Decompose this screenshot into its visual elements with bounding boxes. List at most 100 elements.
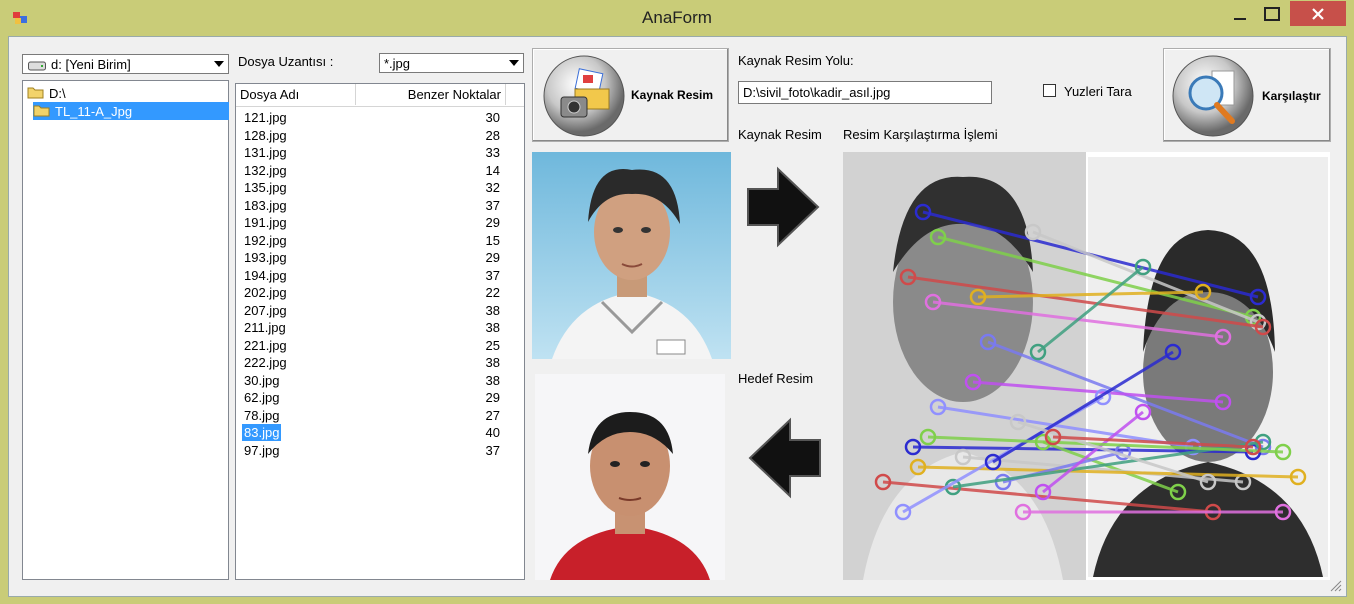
column-header-file-name[interactable]: Dosya Adı	[236, 84, 356, 105]
folder-open-icon	[27, 85, 45, 102]
chevron-down-icon[interactable]	[505, 54, 523, 72]
similar-points-cell: 29	[485, 250, 500, 265]
maximize-icon	[1264, 7, 1280, 21]
comparison-image	[843, 152, 1330, 580]
drive-combo-value: d: [Yeni Birim]	[51, 57, 131, 72]
table-row[interactable]: 222.jpg 38	[236, 354, 524, 372]
close-icon	[1312, 7, 1324, 20]
source-image-button-label: Kaynak Resim	[631, 88, 714, 102]
close-button[interactable]	[1290, 1, 1346, 26]
table-row[interactable]: 97.jpg 37	[236, 442, 524, 460]
arrow-right-icon	[744, 165, 822, 252]
file-name-cell: 131.jpg	[244, 145, 287, 160]
similar-points-cell: 37	[485, 267, 500, 283]
similar-points-cell: 32	[485, 180, 500, 195]
similar-points-cell: 28	[485, 127, 500, 143]
table-row[interactable]: 131.jpg 33	[236, 144, 524, 162]
table-row[interactable]: 128.jpg 28	[236, 127, 524, 145]
extension-label: Dosya Uzantısı :	[238, 54, 334, 69]
column-header-similar-points[interactable]: Benzer Noktalar	[356, 84, 506, 105]
file-name-cell: 132.jpg	[244, 162, 287, 178]
similar-points-cell: 38	[485, 320, 500, 335]
extension-combo[interactable]: *.jpg	[379, 53, 524, 73]
folder-tree[interactable]: D:\ TL_11-A_Jpg	[22, 80, 229, 580]
target-image-label: Hedef Resim	[738, 371, 814, 386]
table-row[interactable]: 211.jpg 38	[236, 319, 524, 337]
drive-combo[interactable]: d: [Yeni Birim]	[22, 54, 229, 74]
similar-points-cell: 38	[485, 372, 500, 388]
table-row[interactable]: 132.jpg 14	[236, 162, 524, 180]
file-name-cell: 97.jpg	[244, 442, 280, 458]
source-path-input[interactable]: D:\sivil_foto\kadir_asıl.jpg	[738, 81, 992, 104]
file-name-cell: 221.jpg	[244, 337, 287, 353]
file-name-cell: 211.jpg	[244, 320, 286, 335]
title-bar: AnaForm	[0, 0, 1354, 36]
file-name-cell: 135.jpg	[244, 180, 287, 195]
compare-button-label: Karşılaştır	[1262, 89, 1321, 103]
file-name-cell: 191.jpg	[244, 215, 287, 230]
scan-faces-checkbox[interactable]	[1043, 84, 1056, 97]
magnifier-icon	[1168, 53, 1258, 142]
resize-grip-icon[interactable]	[1328, 578, 1342, 595]
table-row[interactable]: 121.jpg 30	[236, 109, 524, 127]
similar-points-cell: 33	[485, 145, 500, 160]
file-name-cell: 128.jpg	[244, 127, 287, 143]
source-path-label: Kaynak Resim Yolu:	[738, 53, 854, 68]
tree-item-drive[interactable]: D:\	[27, 84, 66, 102]
file-name-cell: 207.jpg	[244, 302, 287, 318]
file-name-cell: 222.jpg	[244, 355, 287, 370]
similar-points-cell: 37	[485, 442, 500, 458]
table-row[interactable]: 183.jpg 37	[236, 197, 524, 215]
table-row[interactable]: 78.jpg 27	[236, 407, 524, 425]
source-path-value: D:\sivil_foto\kadir_asıl.jpg	[743, 85, 891, 100]
similar-points-cell: 14	[485, 162, 500, 178]
scan-faces-label: Yuzleri Tara	[1064, 84, 1132, 99]
table-row[interactable]: 83.jpg 40	[236, 424, 524, 442]
table-row[interactable]: 191.jpg 29	[236, 214, 524, 232]
similar-points-cell: 25	[485, 337, 500, 353]
source-image-button[interactable]: Kaynak Resim	[532, 48, 729, 142]
similar-points-cell: 38	[485, 355, 500, 370]
window-title: AnaForm	[642, 8, 712, 27]
similar-points-cell: 37	[485, 197, 500, 213]
extension-combo-value: *.jpg	[384, 56, 411, 71]
table-row[interactable]: 193.jpg 29	[236, 249, 524, 267]
similar-points-cell: 40	[485, 425, 500, 440]
table-row[interactable]: 192.jpg 15	[236, 232, 524, 250]
compare-button[interactable]: Karşılaştır	[1163, 48, 1331, 142]
table-row[interactable]: 135.jpg 32	[236, 179, 524, 197]
chevron-down-icon[interactable]	[210, 55, 228, 73]
table-row[interactable]: 207.jpg 38	[236, 302, 524, 320]
file-name-cell: 183.jpg	[244, 197, 287, 213]
maximize-button[interactable]	[1258, 2, 1286, 26]
similar-points-cell: 22	[485, 285, 500, 300]
source-image	[532, 152, 731, 359]
target-image	[535, 374, 725, 580]
arrow-left-icon	[746, 416, 824, 503]
tree-item-label: TL_11-A_Jpg	[55, 103, 133, 119]
file-name-cell: 62.jpg	[244, 390, 280, 405]
table-row[interactable]: 62.jpg 29	[236, 389, 524, 407]
file-name-cell: 78.jpg	[244, 407, 280, 423]
table-row[interactable]: 194.jpg 37	[236, 267, 524, 285]
comparison-label: Resim Karşılaştırma İşlemi	[843, 127, 998, 142]
tree-item-folder[interactable]: TL_11-A_Jpg	[33, 102, 229, 120]
list-header: Dosya Adı Benzer Noktalar	[236, 84, 524, 107]
table-row[interactable]: 202.jpg 22	[236, 284, 524, 302]
source-image-label: Kaynak Resim	[738, 127, 822, 142]
minimize-button[interactable]	[1226, 2, 1254, 26]
similar-points-cell: 15	[485, 232, 500, 248]
similar-points-cell: 29	[485, 215, 500, 230]
similar-points-cell: 30	[485, 110, 500, 125]
file-name-cell: 194.jpg	[244, 267, 287, 283]
minimize-icon	[1234, 18, 1246, 20]
file-name-cell: 30.jpg	[244, 372, 280, 388]
file-list[interactable]: Dosya Adı Benzer Noktalar 121.jpg 30 128.j…	[235, 83, 525, 580]
table-row[interactable]: 221.jpg 25	[236, 337, 524, 355]
file-name-cell: 202.jpg	[244, 285, 287, 300]
table-row[interactable]: 30.jpg 38	[236, 372, 524, 390]
similar-points-cell: 29	[485, 390, 500, 405]
drive-icon	[28, 59, 46, 74]
file-name-cell: 121.jpg	[244, 110, 287, 125]
file-name-cell: 193.jpg	[244, 250, 287, 265]
